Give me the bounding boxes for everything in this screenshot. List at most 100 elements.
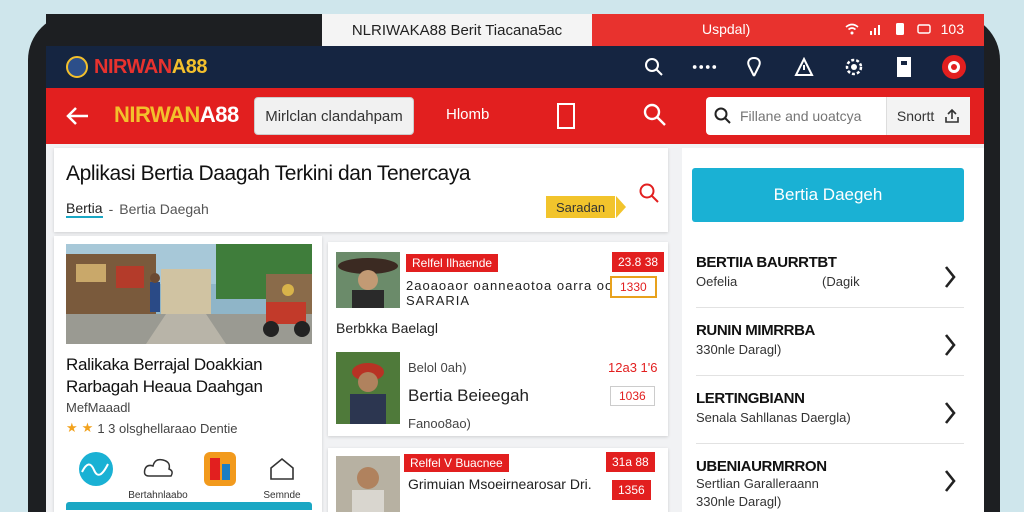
search-box: Snortt	[706, 97, 970, 135]
shortcut-label-4: Semnde	[263, 490, 301, 501]
news-card[interactable]: Relfel V Buacnee 31a 88 Grimuian Msoeirn…	[328, 448, 668, 512]
news-category-tag[interactable]: Relfel V Buacnee	[404, 454, 509, 472]
document-icon[interactable]	[554, 102, 578, 130]
home-link[interactable]: Hlomb	[446, 106, 489, 123]
star-icon: ★	[66, 420, 78, 435]
toolbar-brand[interactable]: NIRWANA88	[114, 102, 239, 128]
tag-arrow-icon	[616, 196, 626, 218]
headline-card: Aplikasi Bertia Daagah Terkini dan Tener…	[54, 148, 668, 232]
featured-title-line-1: Ralikaka Berrajal Doakkian	[66, 355, 263, 374]
carrier-label: Uspdal)	[702, 21, 751, 37]
sidebar-item[interactable]: BERTIIA BAURRTBT Oefelia (Dagik	[696, 248, 964, 308]
status-bar-right: Uspdal) 103	[592, 14, 984, 46]
settings-gear-icon[interactable]	[840, 54, 868, 80]
toolbar-brand-part2: A88	[199, 102, 239, 127]
search-icon[interactable]	[640, 54, 668, 80]
location-pin-icon[interactable]	[740, 54, 768, 80]
news-thumbnail-person	[336, 352, 400, 424]
chart-wave-icon	[79, 452, 113, 486]
wifi-icon	[845, 23, 859, 35]
news-time-tag: 31a 88	[606, 452, 655, 472]
news-card[interactable]: Relfel Ilhaende 23.8 38 2aoaoaor oanneao…	[328, 242, 668, 436]
chevron-right-icon	[944, 470, 956, 492]
app-screen: NLRIWAKA88 Berit Tiacana5ac Uspdal) 103 …	[46, 14, 984, 512]
news-thumbnail-man	[336, 456, 400, 512]
brand-part2: A88	[171, 56, 208, 78]
app-shortcut-4[interactable]: Semnde	[252, 450, 312, 501]
sidebar-item-sub-extra: (Dagik	[822, 274, 860, 289]
breadcrumb-item-2[interactable]: Bertia Daegah	[119, 201, 209, 217]
status-bar-left	[46, 14, 322, 46]
sidebar-item-sub: Senala Sahllanas Daergla)	[696, 410, 851, 425]
status-bar: NLRIWAKA88 Berit Tiacana5ac Uspdal) 103	[46, 14, 984, 46]
clock: 103	[940, 21, 964, 37]
app-shortcut-2[interactable]: Bertahnlaabo	[128, 450, 188, 501]
search-input[interactable]	[740, 108, 886, 124]
chevron-right-icon	[944, 334, 956, 356]
search-submit-label: Snortt	[896, 108, 935, 124]
star-icon: ★	[81, 420, 94, 435]
toolbar-brand-part1: NIRWAN	[114, 102, 200, 127]
main-toolbar: NIRWANA88 Mirlclan clandahpam Hlomb Snor…	[46, 88, 984, 144]
bookmark-icon[interactable]	[890, 54, 918, 80]
colorful-app-icon	[204, 452, 236, 486]
app-brand[interactable]: NIRWANA88	[94, 56, 207, 79]
news-sub-title[interactable]: Bertia Beieegah	[408, 386, 529, 406]
sidebar-item-sub: Oefelia	[696, 274, 738, 289]
news-headline[interactable]: Grimuian Msoeirnearosar Dri.	[408, 476, 592, 492]
news-sub-label: Belol 0ah)	[408, 360, 467, 375]
chevron-right-icon	[944, 266, 956, 288]
cloud-icon	[143, 458, 173, 477]
more-dots-icon[interactable]	[690, 54, 718, 80]
sidebar-item[interactable]: UBENIAURMRRON Sertlian Garalleraann 330n…	[696, 452, 964, 512]
featured-title-line-2: Rarbagah Heaua Daahgan	[66, 377, 263, 396]
news-count-badge: 1356	[612, 480, 651, 500]
tag-button[interactable]: Saradan	[546, 196, 616, 218]
featured-article-card[interactable]: Ralikaka Berrajal Doakkian Rarbagah Heau…	[54, 236, 322, 512]
sidebar-item-title: LERTINGBIANN	[696, 390, 805, 407]
featured-meta: ★ ★ 1 3 olsghellaraao Dentie	[66, 420, 238, 436]
sidebar-item[interactable]: RUNIN MIMRRBA 330nle Daragl)	[696, 316, 964, 376]
battery-level-icon	[916, 24, 931, 34]
app-shortcut-1[interactable]	[66, 450, 126, 501]
news-time-tag: 23.8 38	[612, 252, 665, 272]
back-arrow-icon[interactable]	[64, 102, 92, 130]
sidebar-item-sub: Sertlian Garalleraann	[696, 476, 819, 491]
system-tray: 103	[845, 21, 964, 37]
search-submit-button[interactable]: Snortt	[886, 97, 970, 135]
home-icon	[270, 457, 294, 480]
rating-text: 1 3 olsghellaraao Dentie	[97, 420, 238, 436]
news-category-tag[interactable]: Relfel Ilhaende	[406, 254, 499, 272]
sidebar-item-title: BERTIIA BAURRTBT	[696, 254, 837, 271]
sidebar-primary-button[interactable]: Bertia Daegeh	[692, 168, 964, 222]
sidebar: Bertia Daegeh BERTIIA BAURRTBT Oefelia (…	[682, 148, 984, 512]
category-pill-button[interactable]: Mirlclan clandahpam	[254, 97, 414, 135]
sidebar-item-title: UBENIAURMRRON	[696, 458, 827, 475]
news-sub-caption: Fanoo8ao)	[408, 416, 471, 431]
breadcrumb-separator: -	[108, 201, 114, 217]
sidebar-item-sub: 330nle Daragl)	[696, 342, 782, 357]
record-icon[interactable]	[940, 54, 968, 80]
headline-search-icon[interactable]	[638, 182, 660, 204]
sidebar-item-sub-extra: 330nle Daragl)	[696, 494, 782, 509]
toolbar-search-icon[interactable]	[642, 102, 668, 128]
window-title: NLRIWAKA88 Berit Tiacana5ac	[322, 14, 592, 46]
sidebar-item[interactable]: LERTINGBIANN Senala Sahllanas Daergla)	[696, 384, 964, 444]
news-sub-badge: 1036	[610, 386, 655, 406]
search-field-icon	[706, 97, 740, 135]
featured-accent-bar	[66, 502, 312, 510]
breadcrumb-item-1[interactable]: Bertia	[66, 200, 103, 218]
breadcrumb: Bertia - Bertia Daegah	[66, 200, 209, 218]
news-caption: Berbkka Baelagl	[336, 320, 438, 336]
featured-title[interactable]: Ralikaka Berrajal Doakkian Rarbagah Heau…	[66, 354, 263, 398]
signal-icon	[869, 25, 880, 35]
app-header-icons	[640, 54, 968, 80]
news-count-badge: 1330	[610, 276, 657, 298]
share-icon	[945, 108, 959, 123]
app-shortcut-3[interactable]	[190, 450, 250, 501]
app-header: NIRWANA88	[46, 46, 984, 88]
alert-icon[interactable]	[790, 54, 818, 80]
sidebar-item-title: RUNIN MIMRRBA	[696, 322, 815, 339]
featured-source: MefMaaadl	[66, 400, 131, 415]
logo-badge-icon	[66, 56, 88, 78]
